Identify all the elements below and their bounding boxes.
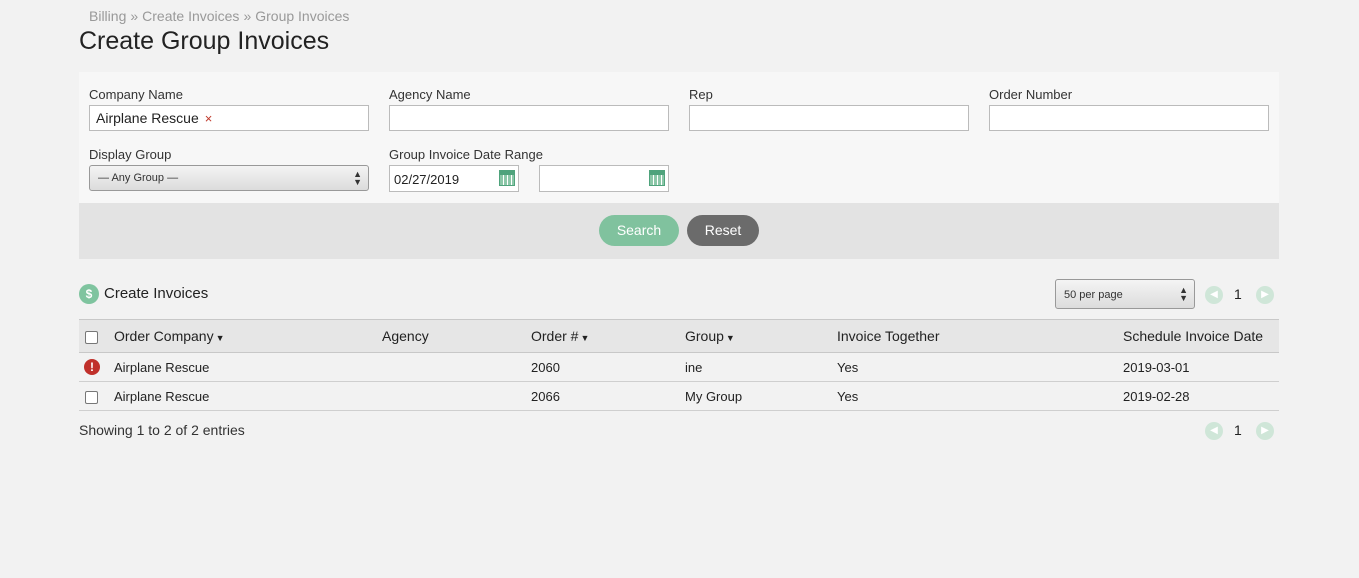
date-range-label: Group Invoice Date Range	[389, 147, 543, 162]
search-button[interactable]: Search	[599, 215, 679, 246]
prev-page-icon[interactable]: ◀	[1205, 422, 1223, 440]
select-arrows-icon: ▲ ▼	[353, 169, 362, 187]
sort-caret-icon: ▼	[580, 333, 590, 343]
display-group-label: Display Group	[89, 147, 172, 162]
cell-order-number: 2066	[531, 381, 685, 411]
per-page-select[interactable]: 50 per page ▲ ▼	[1055, 279, 1195, 309]
cell-company: Airplane Rescue	[114, 352, 382, 382]
col-group[interactable]: Group ▼	[685, 319, 837, 353]
company-token: Airplane Rescue ×	[96, 110, 212, 126]
breadcrumb-separator: »	[130, 8, 139, 24]
calendar-icon[interactable]	[649, 170, 665, 186]
order-number-field[interactable]	[989, 105, 1269, 131]
col-schedule-date: Schedule Invoice Date	[1123, 319, 1279, 353]
display-group-value: — Any Group —	[98, 172, 179, 184]
sort-caret-icon: ▼	[215, 333, 225, 343]
cell-agency	[382, 381, 531, 411]
cell-schedule-date: 2019-03-01	[1123, 352, 1279, 382]
date-end-field[interactable]	[539, 165, 669, 192]
col-order-number[interactable]: Order # ▼	[531, 319, 685, 353]
breadcrumb-create-invoices[interactable]: Create Invoices	[142, 8, 239, 24]
per-page-value: 50 per page	[1064, 289, 1123, 301]
cell-schedule-date: 2019-02-28	[1123, 381, 1279, 411]
breadcrumb: Billing» Create Invoices» Group Invoices	[89, 8, 349, 24]
cell-invoice-together: Yes	[837, 352, 1123, 382]
action-bar: Search Reset	[79, 203, 1279, 259]
reset-button[interactable]: Reset	[687, 215, 759, 246]
display-group-select[interactable]: — Any Group — ▲ ▼	[89, 165, 369, 191]
select-arrows-icon: ▲ ▼	[1179, 285, 1188, 303]
date-start-field[interactable]: 02/27/2019	[389, 165, 519, 192]
col-order-number-label: Order #	[531, 328, 579, 344]
cell-group: My Group	[685, 381, 837, 411]
prev-page-icon[interactable]: ◀	[1205, 286, 1223, 304]
invoices-table: Order Company ▼ Agency Order # ▼ Group ▼ In…	[79, 319, 1279, 411]
company-name-label: Company Name	[89, 87, 183, 102]
table-row[interactable]: ! Airplane Rescue 2060 ine Yes 2019-03-0…	[79, 352, 1279, 382]
section-title: Create Invoices	[104, 285, 209, 302]
rep-label: Rep	[689, 87, 713, 102]
agency-name-field[interactable]	[389, 105, 669, 131]
cell-order-number: 2060	[531, 352, 685, 382]
row-select-cell	[79, 381, 114, 411]
cell-invoice-together: Yes	[837, 381, 1123, 411]
filter-panel: Company Name Airplane Rescue × Agency Nam…	[79, 72, 1279, 203]
company-name-field[interactable]: Airplane Rescue ×	[89, 105, 369, 131]
alert-icon: !	[84, 359, 100, 376]
current-page[interactable]: 1	[1234, 422, 1242, 438]
col-order-company-label: Order Company	[114, 328, 214, 344]
col-invoice-together: Invoice Together	[837, 319, 1123, 353]
next-page-icon[interactable]: ▶	[1256, 286, 1274, 304]
cell-company: Airplane Rescue	[114, 381, 382, 411]
page-title: Create Group Invoices	[79, 27, 330, 55]
company-token-label: Airplane Rescue	[96, 110, 199, 126]
cell-group: ine	[685, 352, 837, 382]
current-page[interactable]: 1	[1234, 286, 1242, 302]
next-page-icon[interactable]: ▶	[1256, 422, 1274, 440]
date-start-value: 02/27/2019	[394, 172, 460, 187]
select-all-cell	[79, 319, 114, 353]
col-order-company[interactable]: Order Company ▼	[114, 319, 382, 353]
rep-field[interactable]	[689, 105, 969, 131]
breadcrumb-separator: »	[243, 8, 252, 24]
calendar-icon[interactable]	[499, 170, 515, 186]
row-status-cell: !	[79, 352, 114, 382]
col-agency: Agency	[382, 319, 531, 353]
agency-name-label: Agency Name	[389, 87, 471, 102]
table-row[interactable]: Airplane Rescue 2066 My Group Yes 2019-0…	[79, 381, 1279, 411]
col-group-label: Group	[685, 328, 724, 344]
order-number-label: Order Number	[989, 87, 1073, 102]
cell-agency	[382, 352, 531, 382]
row-checkbox[interactable]	[85, 390, 98, 404]
entries-info: Showing 1 to 2 of 2 entries	[79, 422, 245, 438]
dollar-icon: $	[79, 284, 99, 304]
select-all-checkbox[interactable]	[85, 330, 98, 344]
table-header-row: Order Company ▼ Agency Order # ▼ Group ▼ In…	[79, 319, 1279, 353]
sort-caret-icon: ▼	[725, 333, 735, 343]
breadcrumb-group-invoices: Group Invoices	[255, 8, 350, 24]
remove-token-icon[interactable]: ×	[205, 111, 213, 126]
breadcrumb-billing[interactable]: Billing	[89, 8, 126, 24]
